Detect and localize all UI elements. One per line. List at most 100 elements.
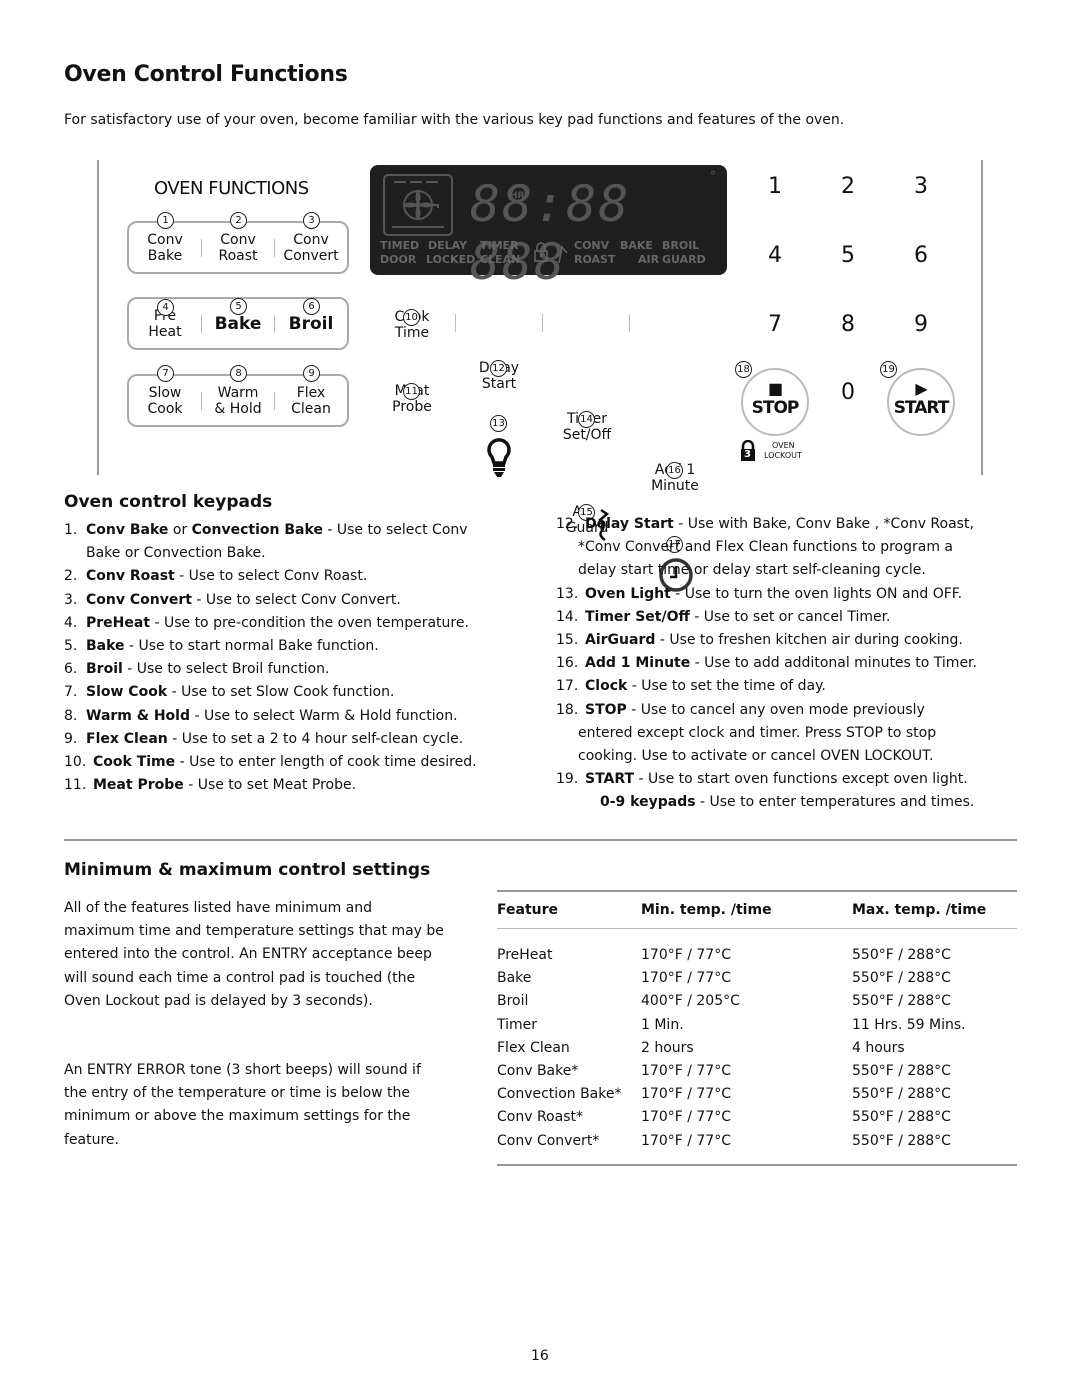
- flex-clean-key[interactable]: 9 Flex Clean: [275, 364, 347, 417]
- item-text: Bake - Use to start normal Bake function…: [86, 635, 379, 658]
- add-1-minute-key[interactable]: 16 Add 1 Minute: [640, 462, 710, 494]
- min-cell: 170°F / 77°C: [641, 1132, 731, 1149]
- conv-bake-key[interactable]: 1 Conv Bake: [129, 211, 201, 264]
- item-term: STOP: [585, 701, 627, 718]
- numpad-key-0[interactable]: 0: [833, 380, 863, 405]
- broil-key[interactable]: 6 Broil: [275, 297, 347, 332]
- list-item: 7. Slow Cook - Use to set Slow Cook funct…: [64, 681, 534, 704]
- numpad-key-2[interactable]: 2: [833, 174, 863, 199]
- item-term: Conv Convert: [86, 591, 192, 608]
- function-group-1: 1 Conv Bake 2 Conv Roast 3 Conv Convert: [127, 211, 349, 274]
- lcd-label: CONV: [574, 239, 610, 252]
- item-number: 10.: [64, 754, 87, 771]
- meat-probe-key[interactable]: 11 Meat Probe: [380, 383, 444, 415]
- numpad-key-9[interactable]: 9: [906, 312, 936, 337]
- list-item: 4. PreHeat - Use to pre-condition the ove…: [64, 612, 534, 635]
- numpad-key-6[interactable]: 6: [906, 243, 936, 268]
- numpad-key-3[interactable]: 3: [906, 174, 936, 199]
- item-connector: or: [168, 522, 192, 538]
- item-description: - Use to enter temperatures and times.: [695, 794, 975, 811]
- key-number: 7: [157, 364, 174, 382]
- list-item: 3. Conv Convert - Use to select Conv Conv…: [64, 589, 534, 612]
- keypads-list-left: 1. Conv Bake or Convection Bake - Use to …: [64, 519, 534, 797]
- item-description: - Use to start oven functions except ove…: [634, 771, 968, 788]
- stop-button[interactable]: ■ STOP: [741, 368, 809, 436]
- list-item: 15. AirGuard - Use to freshen kitchen air…: [556, 629, 1026, 652]
- item-text: Conv Roast - Use to select Conv Roast.: [86, 565, 367, 588]
- item-number: 16.: [556, 655, 579, 672]
- numpad-key-5[interactable]: 5: [833, 243, 863, 268]
- list-item: 0-9 keypads - Use to enter temperatures …: [556, 791, 1026, 814]
- list-item: 18. STOP - Use to cancel any oven mode pr…: [556, 699, 1026, 769]
- item-term: Clock: [585, 678, 628, 695]
- key-number: 2: [230, 211, 247, 229]
- min-cell: 2 hours: [641, 1039, 694, 1056]
- numpad-key-1[interactable]: 1: [760, 174, 790, 199]
- lcd-label: ROAST: [574, 253, 616, 266]
- slow-cook-key[interactable]: 7 Slow Cook: [129, 364, 201, 417]
- conv-convert-key[interactable]: 3 Conv Convert: [275, 211, 347, 264]
- key-number: 1: [157, 211, 174, 229]
- numpad-key-7[interactable]: 7: [760, 312, 790, 337]
- key-label: Cook: [147, 400, 183, 417]
- item-description: - Use to select Conv: [322, 522, 468, 538]
- item-term: AirGuard: [585, 632, 656, 649]
- item-term: Convection Bake: [191, 522, 323, 538]
- oven-light-key[interactable]: 13: [467, 415, 531, 481]
- page-number: 16: [531, 1348, 549, 1364]
- stop-label: STOP: [751, 398, 800, 418]
- numpad-key-4[interactable]: 4: [760, 243, 790, 268]
- key-label: Conv: [293, 231, 329, 248]
- item-term: START: [585, 771, 635, 788]
- item-text: Meat Probe - Use to set Meat Probe.: [93, 774, 356, 797]
- lcd-label: DOOR: [380, 253, 417, 266]
- item-description: - Use to freshen kitchen air during cook…: [655, 632, 963, 649]
- numpad-key-8[interactable]: 8: [833, 312, 863, 337]
- item-number: 13.: [556, 585, 579, 602]
- list-item: 11. Meat Probe - Use to set Meat Probe.: [64, 774, 534, 797]
- divider: [455, 314, 456, 332]
- key-label: Heat: [148, 323, 182, 340]
- column-header: Feature: [497, 902, 558, 918]
- key-label: & Hold: [214, 400, 262, 417]
- item-number: 17.: [556, 678, 579, 695]
- item-number: 6.: [64, 661, 78, 678]
- table-row: Convection Bake* 170°F / 77°C 550°F / 288°…: [497, 1083, 1017, 1106]
- min-cell: 170°F / 77°C: [641, 970, 731, 987]
- item-term: Conv Bake: [86, 522, 169, 538]
- key-label: Probe: [392, 399, 432, 415]
- item-number: 11.: [64, 777, 87, 794]
- item-number: 19.: [556, 771, 579, 788]
- feature-cell: Conv Bake*: [497, 1063, 579, 1080]
- cook-time-key[interactable]: 10 Cook Time: [380, 309, 444, 341]
- column-header: Max. temp. /time: [852, 902, 987, 918]
- key-number: 10: [403, 309, 420, 326]
- warm-hold-key[interactable]: 8 Warm & Hold: [202, 364, 274, 417]
- preheat-key[interactable]: 4 Pre Heat: [129, 298, 201, 340]
- item-description: - Use to set the time of day.: [627, 678, 826, 695]
- item-text: Broil - Use to select Broil function.: [86, 658, 329, 681]
- function-group-2: 4 Pre Heat 5 Bake 6 Broil: [127, 297, 349, 350]
- lcd-label: GUARD: [662, 253, 706, 266]
- item-term: Slow Cook: [86, 684, 168, 701]
- feature-cell: Convection Bake*: [497, 1086, 622, 1103]
- lcd-probe-icon: [558, 245, 568, 263]
- list-item: 8. Warm & Hold - Use to select Warm & Hol…: [64, 705, 534, 728]
- item-text: AirGuard - Use to freshen kitchen air du…: [585, 629, 963, 652]
- item-term: Conv Roast: [86, 568, 175, 585]
- conv-roast-key[interactable]: 2 Conv Roast: [202, 211, 274, 264]
- intro-text: For satisfactory use of your oven, becom…: [64, 112, 845, 128]
- feature-cell: PreHeat: [497, 947, 553, 963]
- lcd-hr-label: HR: [510, 191, 525, 201]
- item-number: 12.: [556, 516, 579, 532]
- bake-key[interactable]: 5 Bake: [202, 297, 274, 332]
- item-description: - Use with Bake, Conv Bake , *Conv Roast…: [673, 516, 974, 532]
- page-title: Oven Control Functions: [64, 62, 348, 87]
- light-bulb-icon: [487, 438, 511, 477]
- lcd-label: DELAY: [428, 239, 468, 252]
- item-term: Oven Light: [585, 585, 671, 602]
- item-number: 7.: [64, 684, 78, 701]
- table-row: PreHeat 170°F / 77°C 550°F / 288°C: [497, 944, 1017, 967]
- start-button[interactable]: ▶ START: [887, 368, 955, 436]
- feature-cell: Flex Clean: [497, 1039, 570, 1056]
